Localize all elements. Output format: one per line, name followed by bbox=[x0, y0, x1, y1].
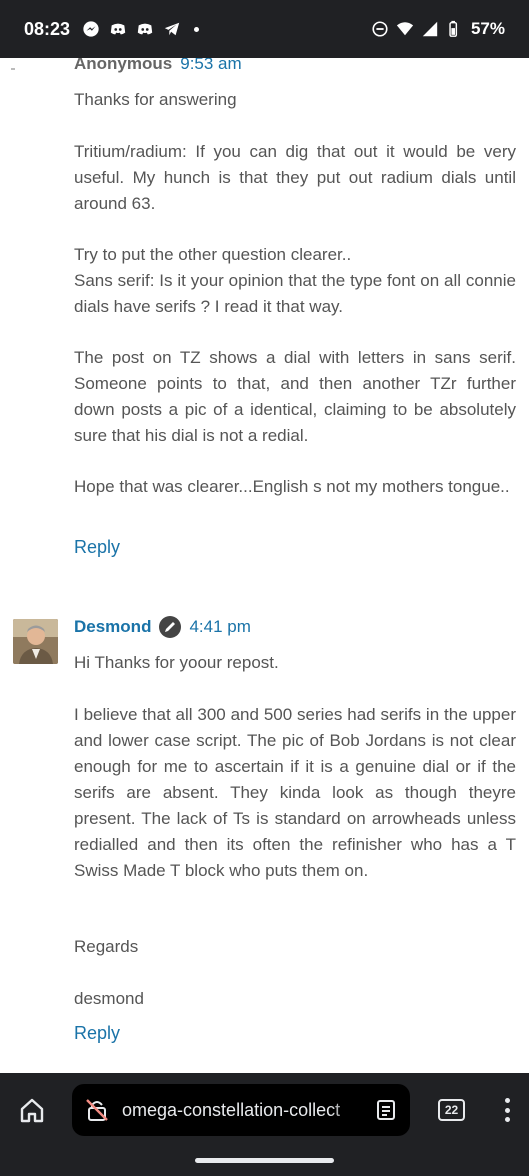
telegram-icon bbox=[163, 20, 181, 38]
not-secure-icon[interactable] bbox=[84, 1097, 110, 1123]
tab-switcher-button[interactable]: 22 bbox=[438, 1099, 465, 1121]
address-bar[interactable]: omega-constellation-collect bbox=[72, 1084, 410, 1136]
gesture-handle[interactable] bbox=[195, 1158, 334, 1163]
wifi-icon bbox=[396, 20, 414, 38]
avatar[interactable] bbox=[13, 619, 58, 664]
url-text[interactable]: omega-constellation-collect bbox=[122, 1100, 366, 1121]
comment-paragraph: The post on TZ shows a dial with letters… bbox=[74, 348, 516, 445]
status-bar: 08:23 57% bbox=[0, 0, 529, 58]
status-time: 08:23 bbox=[24, 18, 71, 39]
home-button[interactable] bbox=[17, 1095, 47, 1125]
system-icons: 57% bbox=[371, 19, 505, 39]
divider-mark bbox=[11, 68, 15, 70]
comment-header: Anonymous 9:53 am bbox=[74, 58, 242, 74]
more-notifications-dot-icon bbox=[194, 26, 200, 32]
pencil-badge-icon bbox=[159, 616, 182, 638]
more-menu-icon[interactable] bbox=[497, 1095, 517, 1125]
comment-paragraph: Regards bbox=[74, 937, 139, 956]
comment-time-link[interactable]: 4:41 pm bbox=[189, 617, 250, 637]
reply-link[interactable]: Reply bbox=[74, 1023, 120, 1044]
battery-icon bbox=[446, 20, 464, 38]
comment-paragraph: I believe that all 300 and 500 series ha… bbox=[74, 705, 516, 880]
battery-percent: 57% bbox=[470, 19, 505, 38]
discord-icon bbox=[136, 20, 154, 38]
comment-paragraph: Try to put the other question clearer.. … bbox=[74, 245, 516, 316]
comment-author-link[interactable]: Desmond bbox=[74, 617, 151, 637]
reader-mode-icon[interactable] bbox=[374, 1098, 398, 1122]
comment-paragraph: Hi Thanks for yoour repost. bbox=[74, 653, 279, 672]
comment-paragraph: Hope that was clearer...English s not my… bbox=[74, 477, 510, 496]
comments-section: Anonymous 9:53 am Thanks for answering T… bbox=[0, 58, 529, 1073]
comment-paragraph: desmond bbox=[74, 989, 144, 1008]
messenger-icon bbox=[82, 20, 100, 38]
signal-icon bbox=[421, 20, 439, 38]
notification-icons bbox=[82, 20, 200, 38]
comment-author: Anonymous bbox=[74, 58, 173, 73]
discord-icon bbox=[109, 20, 127, 38]
dnd-icon bbox=[371, 20, 389, 38]
comment-time-link[interactable]: 9:53 am bbox=[180, 58, 241, 74]
comment-header: Desmond 4:41 pm bbox=[74, 616, 251, 638]
reply-link[interactable]: Reply bbox=[74, 537, 120, 558]
comment-paragraph: Tritium/radium: If you can dig that out … bbox=[74, 142, 516, 213]
comment-paragraph: Thanks for answering bbox=[74, 90, 237, 109]
